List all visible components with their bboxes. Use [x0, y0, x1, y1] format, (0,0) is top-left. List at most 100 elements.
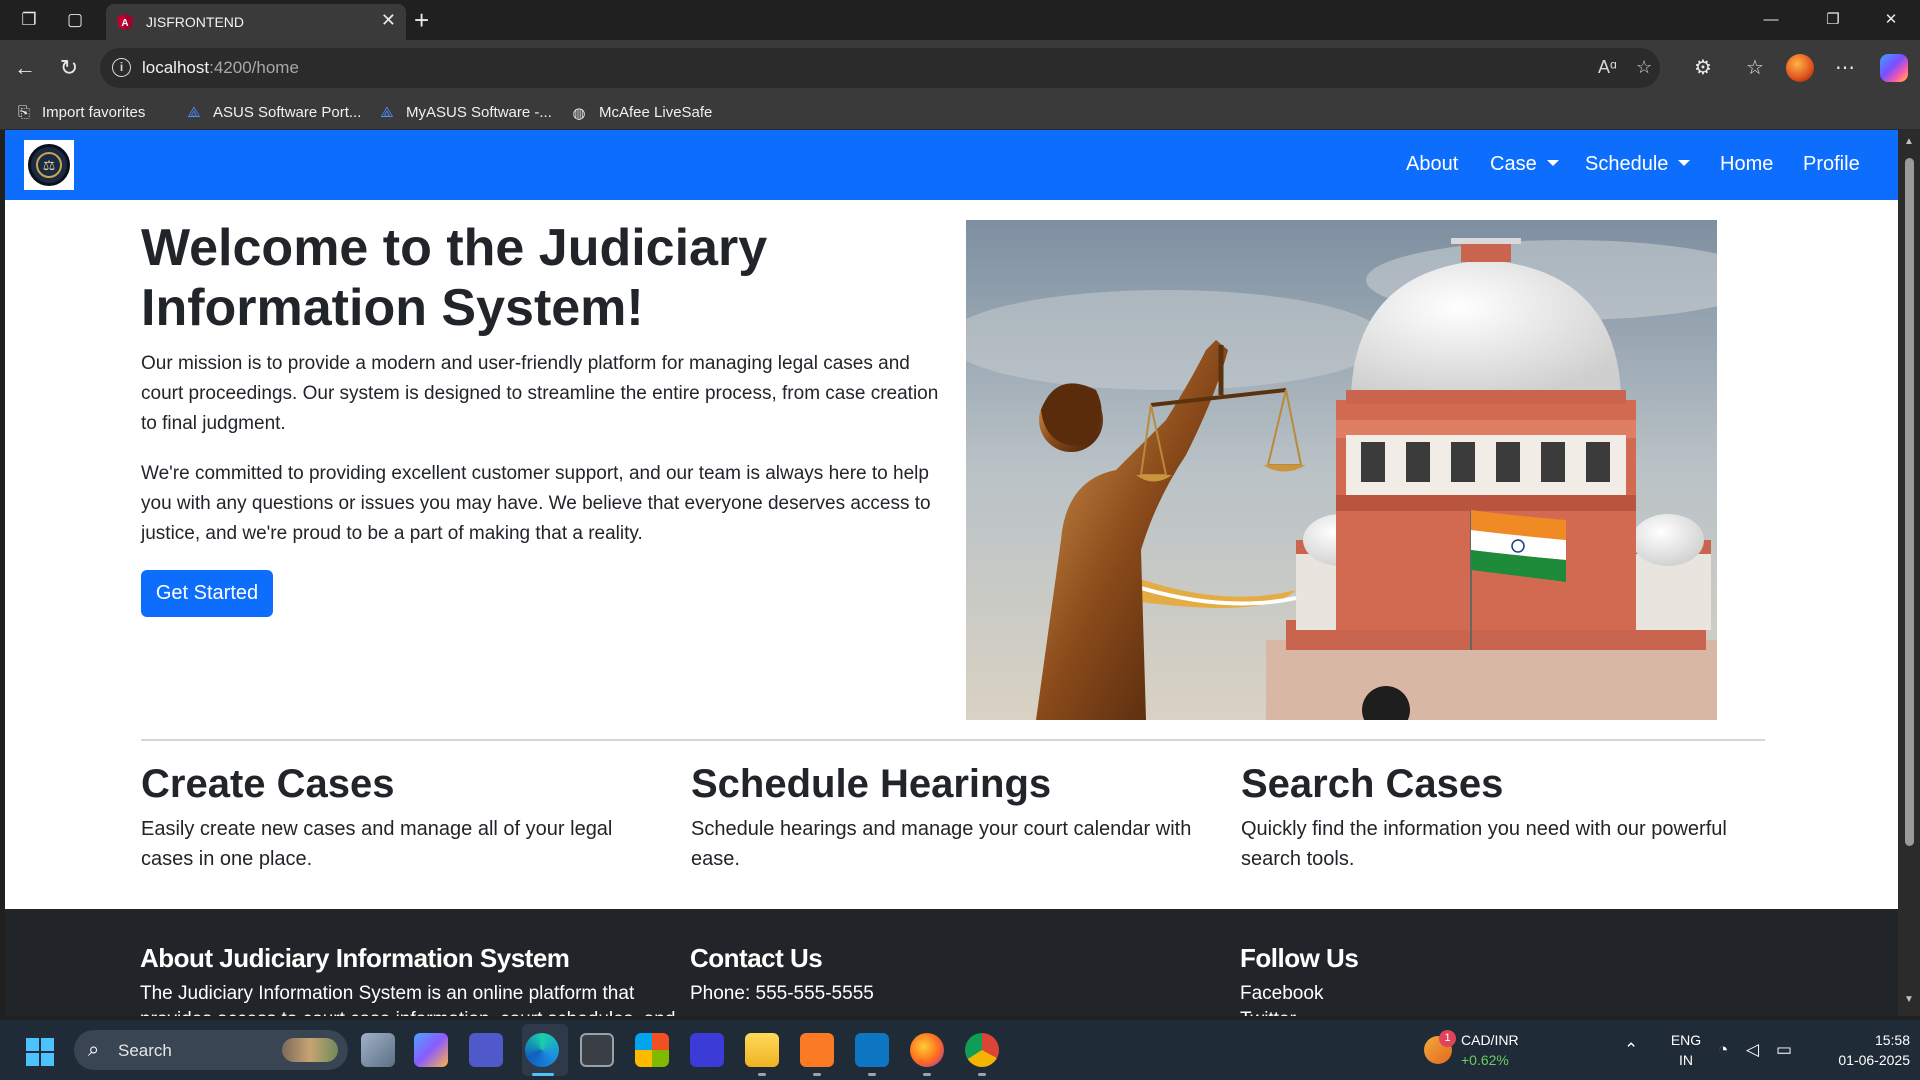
taskbar-search[interactable]: ⌕ Search [74, 1030, 348, 1070]
refresh-icon[interactable]: ↻ [56, 55, 82, 81]
favorite-myasus[interactable]: MyASUS Software -... [406, 104, 552, 121]
chrome-icon[interactable] [965, 1033, 999, 1067]
browser-tab-active[interactable]: A JISFRONTEND ✕ [106, 4, 406, 40]
xampp-icon[interactable] [800, 1033, 834, 1067]
hero-paragraph-support: We're committed to providing excellent c… [141, 463, 931, 544]
footer-contact-phone: Phone: 555-555-5555 [690, 983, 874, 1004]
get-started-button[interactable]: Get Started [141, 570, 273, 617]
wifi-icon[interactable]: ◔ [1718, 1040, 1728, 1060]
favorite-star-icon[interactable]: ☆ [1636, 57, 1652, 78]
nav-about[interactable]: About [1406, 153, 1458, 176]
favorite-asus-portal[interactable]: ASUS Software Port... [213, 104, 361, 121]
feature-text-search-cases: Quickly find the information you need wi… [1241, 818, 1727, 870]
nav-case-dropdown[interactable]: Case [1490, 153, 1559, 176]
copilot-app-icon[interactable] [414, 1033, 448, 1067]
windows-start-icon[interactable] [26, 1038, 54, 1066]
vertical-tabs-icon[interactable]: ▢ [64, 9, 86, 31]
search-highlight-image [282, 1038, 338, 1062]
asus-logo-icon: ⟁ [187, 104, 201, 121]
footer-about-title: About Judiciary Information System [140, 943, 570, 973]
footer-follow-title: Follow Us [1240, 943, 1359, 973]
nav-schedule-dropdown[interactable]: Schedule [1585, 153, 1691, 176]
new-tab-icon[interactable]: + [414, 5, 429, 36]
clock-date[interactable]: 01-06-2025 [1810, 1052, 1910, 1068]
section-divider [141, 739, 1765, 741]
more-menu-icon[interactable]: ⋯ [1832, 55, 1858, 81]
battery-icon[interactable]: ▭ [1776, 1040, 1792, 1060]
page-viewport: ⚖ About Case Schedule Home Profile Welco… [5, 130, 1898, 1016]
close-window-icon[interactable]: ✕ [1876, 8, 1906, 32]
language-top[interactable]: ENG [1668, 1032, 1704, 1048]
microsoft-store-icon[interactable] [635, 1033, 669, 1067]
search-label: Search [118, 1041, 172, 1060]
volume-icon[interactable]: ◁ [1746, 1040, 1759, 1060]
chevron-up-icon[interactable]: ⌃ [1624, 1040, 1638, 1060]
favorites-bar: ⎘ Import favorites ⟁ ASUS Software Port.… [0, 96, 1920, 130]
nav-home[interactable]: Home [1720, 153, 1773, 176]
footer-link-twitter[interactable]: Twitter [1240, 1007, 1780, 1016]
svg-text:A: A [121, 18, 128, 29]
browser-tab-bar: ❐ ▢ A JISFRONTEND ✕ + — ❐ ✕ [0, 0, 1920, 40]
minimize-icon[interactable]: — [1756, 8, 1786, 32]
firefox-icon[interactable] [910, 1033, 944, 1067]
angular-favicon-icon: A [117, 14, 133, 30]
workspaces-icon[interactable]: ❐ [18, 9, 40, 31]
site-footer: About Judiciary Information System The J… [5, 909, 1898, 1016]
footer-link-facebook[interactable]: Facebook [1240, 981, 1780, 1007]
mongodb-compass-icon[interactable] [690, 1033, 724, 1067]
feature-title-search-cases: Search Cases [1241, 762, 1504, 806]
scroll-up-icon[interactable]: ▲ [1902, 136, 1916, 150]
restore-icon[interactable]: ❐ [1818, 8, 1848, 32]
caret-down-icon [1546, 160, 1559, 166]
hero-paragraph-mission: Our mission is to provide a modern and u… [141, 353, 939, 434]
ticker-change: +0.62% [1461, 1052, 1509, 1068]
unity-hub-icon[interactable] [580, 1033, 614, 1067]
address-bar[interactable]: i localhost:4200/home Aᵅ ☆ [100, 48, 1660, 88]
scroll-down-icon[interactable]: ▼ [1902, 994, 1916, 1008]
running-indicator [923, 1073, 931, 1076]
copilot-icon[interactable] [1880, 54, 1908, 82]
windows-taskbar: ⌕ Search 1 CAD/INR +0.62% ⌃ ENG IN ◔ ◁ ▭… [0, 1020, 1920, 1080]
vscode-icon[interactable] [855, 1033, 889, 1067]
nav-profile[interactable]: Profile [1803, 153, 1860, 176]
task-view-icon[interactable] [361, 1033, 395, 1067]
hero-image [966, 220, 1717, 720]
running-indicator [978, 1073, 986, 1076]
ticker-name[interactable]: CAD/INR [1461, 1032, 1519, 1048]
language-bottom[interactable]: IN [1668, 1052, 1704, 1068]
notification-badge: 1 [1439, 1030, 1456, 1047]
close-tab-icon[interactable]: ✕ [381, 10, 396, 31]
clock-time[interactable]: 15:58 [1810, 1032, 1910, 1048]
favorite-mcafee[interactable]: McAfee LiveSafe [599, 104, 712, 121]
scroll-thumb[interactable] [1905, 158, 1914, 846]
profile-avatar[interactable] [1786, 54, 1814, 82]
site-info-icon[interactable]: i [112, 58, 131, 77]
running-indicator [813, 1073, 821, 1076]
feature-title-create-cases: Create Cases [141, 762, 395, 806]
favorites-icon[interactable]: ☆ [1742, 55, 1768, 81]
teams-icon[interactable] [469, 1033, 503, 1067]
hero-title: Welcome to the Judiciary Information Sys… [141, 219, 768, 337]
back-arrow-icon[interactable]: ← [12, 55, 38, 81]
extensions-icon[interactable]: ⚙ [1690, 55, 1716, 81]
feature-text-schedule-hearings: Schedule hearings and manage your court … [691, 818, 1192, 870]
footer-about-text: The Judiciary Information System is an o… [140, 983, 675, 1016]
globe-icon: ◍ [572, 105, 586, 122]
browser-toolbar: ← ↻ i localhost:4200/home Aᵅ ☆ ⚙ ☆ ⋯ [0, 40, 1920, 96]
feature-title-schedule-hearings: Schedule Hearings [691, 762, 1052, 806]
edge-icon[interactable] [525, 1033, 559, 1067]
read-aloud-icon[interactable]: Aᵅ [1598, 57, 1617, 78]
tab-title: JISFRONTEND [146, 14, 244, 30]
url-text[interactable]: localhost:4200/home [142, 58, 299, 78]
site-logo[interactable]: ⚖ [24, 140, 74, 190]
favorite-import[interactable]: Import favorites [42, 104, 145, 121]
file-explorer-icon[interactable] [745, 1033, 779, 1067]
import-icon: ⎘ [17, 104, 30, 121]
running-indicator [758, 1073, 766, 1076]
footer-contact-title: Contact Us [690, 943, 823, 973]
feature-text-create-cases: Easily create new cases and manage all o… [141, 818, 613, 870]
page-scrollbar[interactable]: ▲ ▼ [1898, 130, 1920, 1016]
asus-logo-icon: ⟁ [380, 104, 394, 121]
scales-emblem-icon: ⚖ [28, 144, 70, 186]
site-navbar: ⚖ About Case Schedule Home Profile [5, 130, 1898, 200]
